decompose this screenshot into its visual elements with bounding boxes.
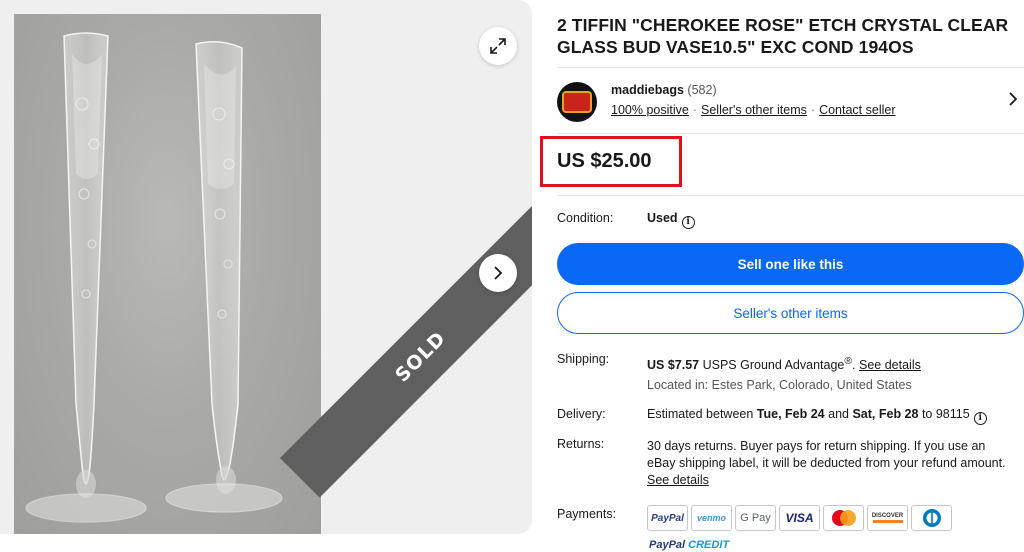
returns-details-link[interactable]: See details bbox=[647, 473, 709, 487]
delivery-zip: to 98115 bbox=[921, 407, 970, 421]
shipping-label: Shipping: bbox=[557, 352, 610, 366]
item-details-panel: 2 TIFFIN "CHEROKEE ROSE" ETCH CRYSTAL CL… bbox=[540, 0, 1024, 552]
seller-card[interactable]: maddiebags (582) 100% positive · Seller's … bbox=[557, 80, 1024, 122]
seller-other-items-link[interactable]: Seller's other items bbox=[701, 103, 807, 117]
google-pay-logo: G Pay bbox=[735, 505, 776, 531]
sell-one-like-this-button[interactable]: Sell one like this bbox=[557, 243, 1024, 285]
returns-label: Returns: bbox=[557, 437, 605, 451]
paypal-credit-logo: PayPal CREDIT bbox=[649, 539, 729, 551]
divider bbox=[557, 67, 1024, 68]
item-location: Located in: Estes Park, Colorado, United… bbox=[647, 378, 912, 392]
delivery-prefix: Estimated between bbox=[647, 407, 754, 421]
info-icon[interactable]: i bbox=[681, 216, 695, 229]
paypal-credit-b: CREDIT bbox=[688, 539, 730, 551]
discover-logo: DISCOVER bbox=[867, 505, 908, 531]
delivery-value: Estimated between Tue, Feb 24 and Sat, F… bbox=[647, 406, 987, 425]
condition-label: Condition: bbox=[557, 211, 614, 225]
next-image-button[interactable] bbox=[479, 254, 517, 292]
expand-image-button[interactable] bbox=[479, 27, 517, 65]
seller-feedback-count: (582) bbox=[687, 83, 717, 97]
sold-label: SOLD bbox=[391, 327, 451, 387]
discover-text: DISCOVER bbox=[871, 513, 904, 519]
payment-methods: PayPal venmo G Pay VISA DISCOVER bbox=[647, 505, 952, 531]
expand-icon bbox=[490, 38, 506, 54]
shipping-value: US $7.57 USPS Ground Advantage®. See det… bbox=[647, 356, 921, 373]
vases-illustration bbox=[25, 32, 283, 523]
divider bbox=[557, 133, 1024, 134]
image-gallery: SOLD bbox=[0, 0, 532, 534]
diners-club-logo bbox=[911, 505, 952, 531]
seller-links: 100% positive · Seller's other items · Conta… bbox=[611, 103, 896, 117]
seller-name-line: maddiebags (582) bbox=[611, 83, 717, 97]
visa-logo: VISA bbox=[779, 505, 820, 531]
seller-avatar[interactable] bbox=[557, 82, 597, 122]
venmo-logo: venmo bbox=[691, 505, 732, 531]
seller-positive-link[interactable]: 100% positive bbox=[611, 103, 689, 117]
returns-text: 30 days returns. Buyer pays for return s… bbox=[647, 439, 1006, 470]
delivery-label: Delivery: bbox=[557, 407, 606, 421]
condition-value-line: Used i bbox=[647, 210, 695, 229]
listing-title: 2 TIFFIN "CHEROKEE ROSE" ETCH CRYSTAL CL… bbox=[557, 15, 1009, 57]
condition-value: Used bbox=[647, 211, 678, 225]
chevron-right-icon[interactable] bbox=[1008, 92, 1018, 106]
payments-label: Payments: bbox=[557, 507, 617, 521]
shipping-details-link[interactable]: See details bbox=[859, 358, 921, 372]
seller-name[interactable]: maddiebags bbox=[611, 83, 684, 97]
shipping-service: USPS Ground Advantage bbox=[702, 358, 845, 373]
sellers-other-items-button[interactable]: Seller's other items bbox=[557, 292, 1024, 334]
product-photo[interactable] bbox=[14, 14, 321, 534]
returns-value: 30 days returns. Buyer pays for return s… bbox=[647, 438, 1017, 489]
contact-seller-link[interactable]: Contact seller bbox=[819, 103, 895, 117]
paypal-credit-a: PayPal bbox=[649, 539, 686, 551]
chevron-right-icon bbox=[494, 266, 503, 280]
price: US $25.00 bbox=[557, 150, 652, 172]
divider bbox=[557, 195, 1024, 196]
registered-mark: ® bbox=[844, 356, 853, 367]
paypal-logo: PayPal bbox=[647, 505, 688, 531]
delivery-and: and bbox=[828, 407, 849, 421]
delivery-start: Tue, Feb 24 bbox=[756, 407, 825, 421]
info-icon[interactable]: i bbox=[973, 412, 987, 425]
shipping-cost: US $7.57 bbox=[647, 358, 700, 373]
delivery-end: Sat, Feb 28 bbox=[852, 407, 919, 421]
mastercard-logo bbox=[823, 505, 864, 531]
